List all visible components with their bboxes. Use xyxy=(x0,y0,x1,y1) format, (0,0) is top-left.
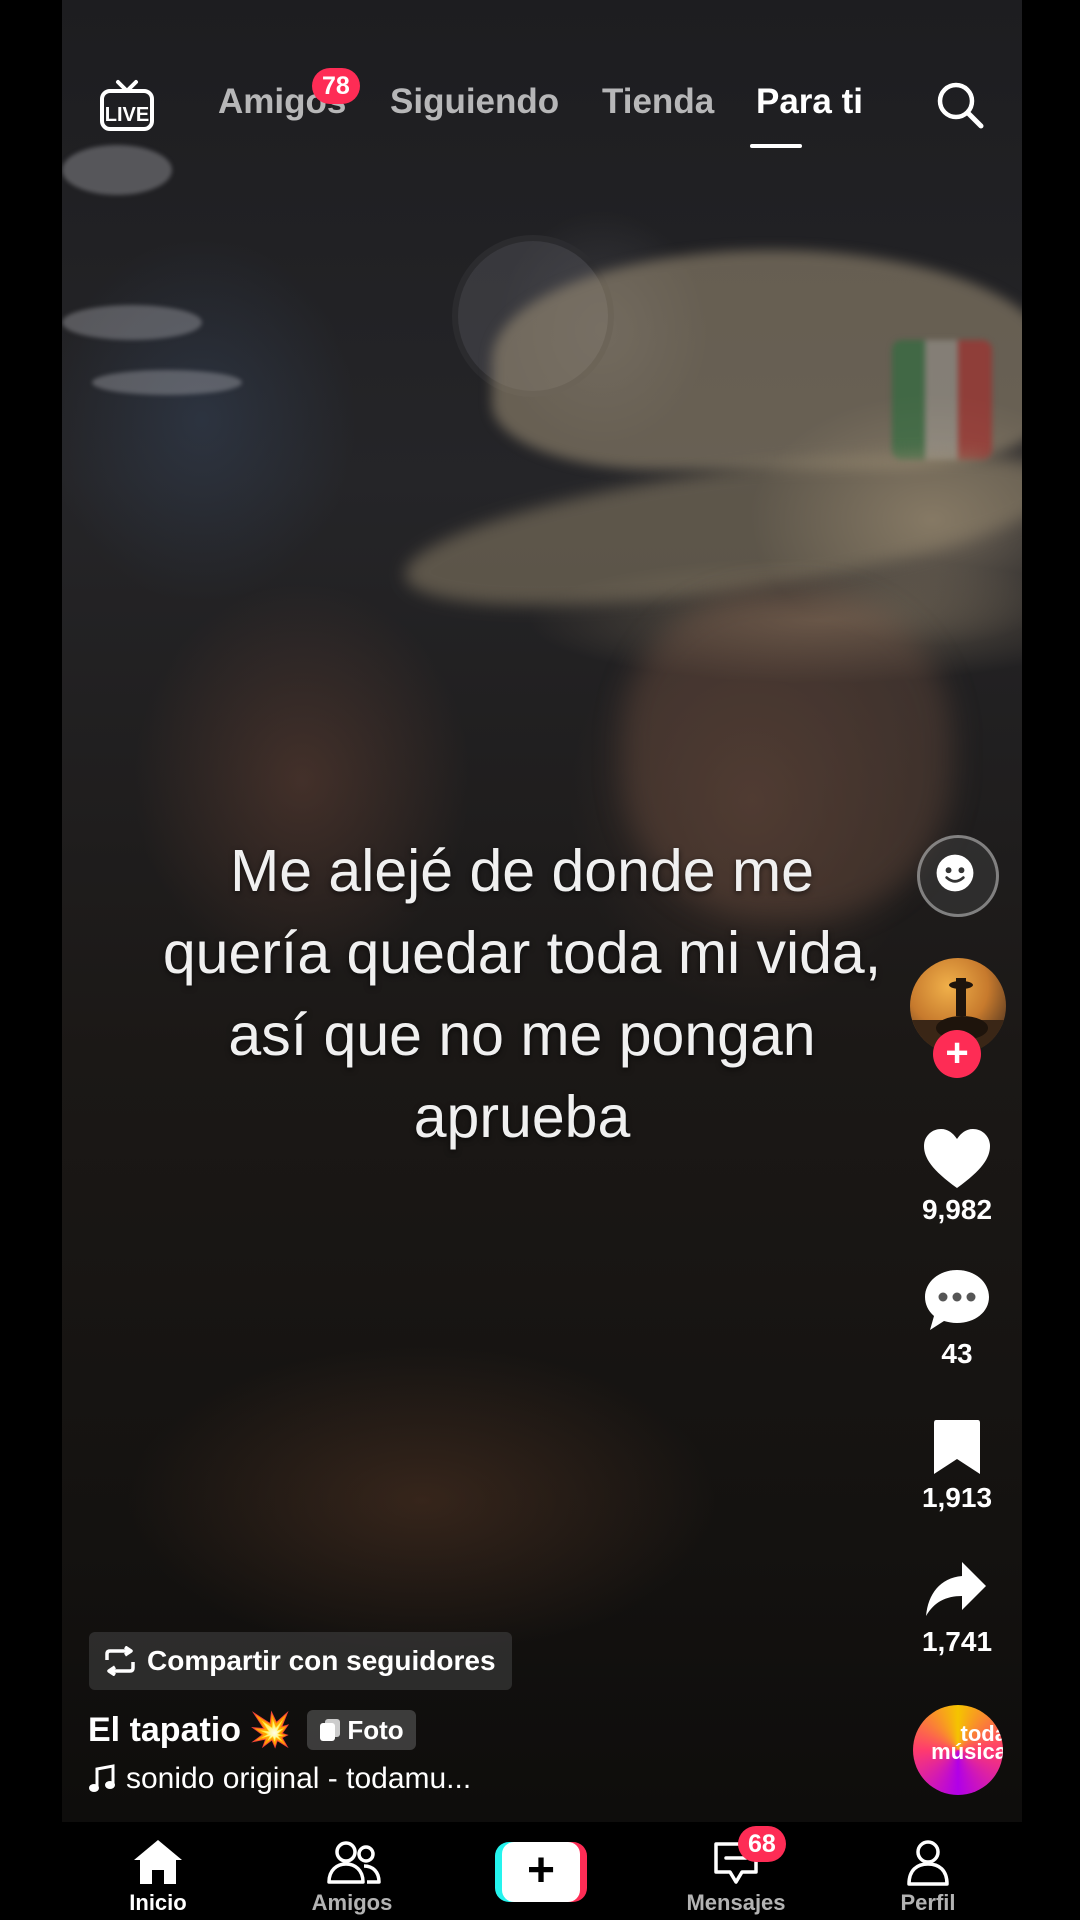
top-bar: LIVE Amigos 78 Siguiendo Tienda Para ti xyxy=(62,60,1022,160)
share-with-followers-label: Compartir con seguidores xyxy=(147,1645,496,1676)
comment-count: 43 xyxy=(941,1338,973,1369)
search-icon[interactable] xyxy=(935,80,985,130)
disc-label: toda música xyxy=(931,1721,1003,1764)
flag-patch xyxy=(892,340,992,460)
caption-line: Me alejé de donde me xyxy=(230,838,814,904)
create-button[interactable]: + xyxy=(495,1842,587,1902)
photo-tag[interactable]: Foto xyxy=(307,1710,416,1750)
nav-amigos-label: Amigos xyxy=(311,1890,393,1915)
nav-inicio-label: Inicio xyxy=(129,1890,187,1915)
tab-para-ti[interactable]: Para ti xyxy=(756,82,863,122)
bottom-navigation: Inicio Amigos + 68 Mensajes Perfil xyxy=(62,1822,1022,1920)
ceiling-lamp xyxy=(62,305,202,340)
svg-text:LIVE: LIVE xyxy=(105,104,149,126)
live-tv-icon[interactable]: LIVE xyxy=(98,78,156,132)
music-disc[interactable]: toda música xyxy=(913,1705,1003,1795)
amigos-count-badge: 78 xyxy=(312,68,360,104)
friends-icon xyxy=(327,1841,381,1884)
overlay-caption: Me alejé de donde me quería quedar toda … xyxy=(82,830,962,1158)
home-icon xyxy=(134,1840,182,1884)
active-tab-indicator xyxy=(750,144,802,148)
effect-button[interactable] xyxy=(917,835,999,917)
messages-count-badge: 68 xyxy=(738,1826,786,1862)
phone-screen: LIVE Amigos 78 Siguiendo Tienda Para ti … xyxy=(62,0,1022,1920)
nav-perfil-label: Perfil xyxy=(900,1890,956,1915)
like-count: 9,982 xyxy=(921,1194,993,1225)
plus-icon: + xyxy=(502,1842,580,1902)
tab-tienda[interactable]: Tienda xyxy=(602,82,714,122)
follow-button[interactable]: + xyxy=(933,1030,981,1078)
author-row: El tapatio 💥 Foto xyxy=(88,1710,416,1750)
heart-icon[interactable] xyxy=(922,1128,992,1190)
sound-name: sonido original - todamu... xyxy=(126,1762,472,1795)
caption-line: aprueba xyxy=(413,1084,631,1150)
bookmark-icon[interactable] xyxy=(932,1418,982,1476)
repost-icon xyxy=(105,1646,135,1676)
tab-siguiendo[interactable]: Siguiendo xyxy=(390,82,559,122)
caption-line: quería quedar toda mi vida, xyxy=(162,920,882,986)
author-emoji: 💥 xyxy=(249,1711,292,1749)
share-with-followers-button[interactable]: Compartir con seguidores xyxy=(89,1632,512,1690)
photo-tag-label: Foto xyxy=(347,1714,404,1745)
author-name[interactable]: El tapatio xyxy=(88,1711,241,1750)
photo-stack-icon xyxy=(320,1719,341,1741)
nav-mensajes-label: Mensajes xyxy=(686,1890,786,1915)
ceiling-lamp xyxy=(92,370,242,395)
caption-line: así que no me pongan xyxy=(228,1002,816,1068)
profile-icon xyxy=(907,1840,949,1886)
comment-icon[interactable] xyxy=(922,1268,992,1332)
smile-face-icon xyxy=(936,854,974,892)
music-note-icon xyxy=(89,1764,115,1792)
share-count: 1,741 xyxy=(921,1626,993,1657)
share-arrow-icon[interactable] xyxy=(924,1560,988,1618)
save-count: 1,913 xyxy=(921,1482,993,1513)
sound-row[interactable]: sonido original - todamu... xyxy=(88,1762,471,1796)
